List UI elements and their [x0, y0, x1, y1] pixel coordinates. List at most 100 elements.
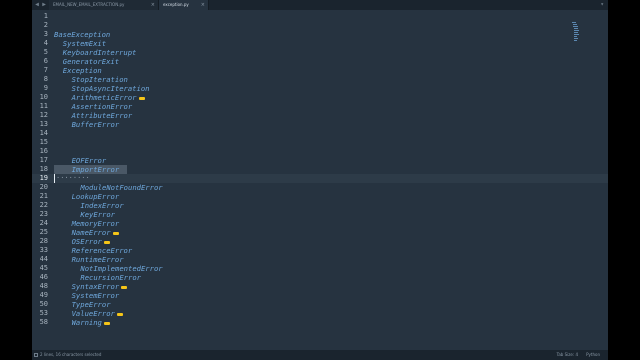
- line-number[interactable]: 10: [32, 93, 48, 102]
- line-number[interactable]: 1: [32, 12, 48, 21]
- code-line[interactable]: Warning: [72, 318, 110, 327]
- line-number[interactable]: 28: [32, 237, 48, 246]
- line-number[interactable]: 46: [32, 273, 48, 282]
- line-number[interactable]: 13: [32, 120, 48, 129]
- fold-marker-icon[interactable]: [103, 321, 110, 325]
- tab-bar: ◀ ▶ EMAIL_NEW_EMAIL_EXTRACTION.py × exce…: [32, 0, 608, 10]
- line-number[interactable]: 21: [32, 192, 48, 201]
- code-line[interactable]: Exception: [63, 66, 102, 75]
- tab-scroll-right-icon[interactable]: ▶: [40, 1, 48, 9]
- panel-toggle-icon[interactable]: [34, 353, 38, 357]
- code-line[interactable]: ValueError: [72, 309, 123, 318]
- line-number[interactable]: 22: [32, 201, 48, 210]
- line-number[interactable]: 11: [32, 102, 48, 111]
- line-number[interactable]: 14: [32, 129, 48, 138]
- line-number[interactable]: 4: [32, 39, 48, 48]
- line-number[interactable]: 5: [32, 48, 48, 57]
- exception-name: BaseException: [54, 30, 111, 39]
- code-line[interactable]: SystemError: [72, 291, 120, 300]
- line-number[interactable]: 48: [32, 282, 48, 291]
- code-line[interactable]: StopAsyncIteration: [72, 84, 150, 93]
- code-editor[interactable]: 1 2 3 4 5 6 7 8 9 10 11 12 13 14 15 16 17 18 19 20 21 22 23 24 2…: [32, 10, 608, 350]
- exception-name: KeyboardInterrupt: [62, 48, 137, 57]
- line-number[interactable]: 25: [32, 228, 48, 237]
- line-number[interactable]: 20: [32, 183, 48, 192]
- tab-size-indicator[interactable]: Tab Size: 4: [557, 350, 578, 360]
- tab-exception[interactable]: exception.py ×: [159, 0, 209, 10]
- line-number[interactable]: 7: [32, 66, 48, 75]
- code-line[interactable]: GeneratorExit: [63, 57, 119, 66]
- code-line[interactable]: IndexError: [80, 201, 123, 210]
- line-number[interactable]: 8: [32, 75, 48, 84]
- exception-name: ReferenceError: [71, 246, 133, 255]
- code-line[interactable]: AttributeError: [72, 111, 133, 120]
- editor-window: ◀ ▶ EMAIL_NEW_EMAIL_EXTRACTION.py × exce…: [32, 0, 608, 360]
- code-line[interactable]: AssertionError: [72, 102, 133, 111]
- exception-name: SystemError: [71, 291, 120, 300]
- code-line[interactable]: LookupError: [72, 192, 120, 201]
- fold-marker-icon[interactable]: [116, 312, 123, 316]
- minimap[interactable]: [572, 22, 584, 44]
- code-line[interactable]: SyntaxError: [72, 282, 128, 291]
- code-line[interactable]: ArithmeticError: [72, 93, 145, 102]
- line-number[interactable]: 49: [32, 291, 48, 300]
- line-number[interactable]: 44: [32, 255, 48, 264]
- code-line[interactable]: RecursionError: [80, 273, 141, 282]
- line-number[interactable]: 16: [32, 147, 48, 156]
- line-number[interactable]: 19: [32, 174, 48, 183]
- code-line[interactable]: NameError: [72, 228, 119, 237]
- fold-marker-icon[interactable]: [103, 240, 110, 244]
- code-line[interactable]: ImportError: [72, 165, 120, 174]
- line-number[interactable]: 9: [32, 84, 48, 93]
- exception-name: TypeError: [71, 300, 111, 309]
- code-line[interactable]: TypeError: [72, 300, 111, 309]
- line-number[interactable]: 23: [32, 210, 48, 219]
- line-number[interactable]: 15: [32, 138, 48, 147]
- line-number[interactable]: 50: [32, 300, 48, 309]
- exception-name: EOFError: [71, 156, 107, 165]
- whitespace-dots: ········: [56, 174, 90, 182]
- line-number[interactable]: 2: [32, 21, 48, 30]
- code-line[interactable]: NotImplementedError: [80, 264, 162, 273]
- line-number[interactable]: 3: [32, 30, 48, 39]
- line-number[interactable]: 17: [32, 156, 48, 165]
- code-line[interactable]: KeyError: [80, 210, 115, 219]
- code-line[interactable]: OSError: [72, 237, 110, 246]
- line-number[interactable]: 45: [32, 264, 48, 273]
- code-line[interactable]: EOFError: [72, 156, 107, 165]
- code-line[interactable]: MemoryError: [72, 219, 120, 228]
- code-line[interactable]: RuntimeError: [72, 255, 124, 264]
- syntax-indicator[interactable]: Python: [586, 350, 600, 360]
- exception-name: IndexError: [80, 201, 124, 210]
- code-line[interactable]: StopIteration: [72, 75, 128, 84]
- fold-marker-icon[interactable]: [121, 285, 128, 289]
- code-line[interactable]: BufferError: [72, 120, 120, 129]
- code-line[interactable]: SystemExit: [63, 39, 106, 48]
- exception-name: Warning: [71, 318, 102, 327]
- code-line[interactable]: ReferenceError: [72, 246, 133, 255]
- selection-status: 2 lines, 16 characters selected: [40, 352, 102, 357]
- close-icon[interactable]: ×: [201, 0, 205, 10]
- line-number[interactable]: 6: [32, 57, 48, 66]
- exception-name: AssertionError: [71, 102, 133, 111]
- exception-name: SystemExit: [62, 39, 107, 48]
- exception-name: ModuleNotFoundError: [80, 183, 163, 192]
- line-number[interactable]: 24: [32, 219, 48, 228]
- tab-overflow-icon[interactable]: ▾: [600, 0, 604, 10]
- close-icon[interactable]: ×: [151, 0, 155, 10]
- code-line[interactable]: BaseException: [54, 30, 110, 39]
- exception-name: KeyError: [80, 210, 116, 219]
- exception-name: GeneratorExit: [62, 57, 120, 66]
- line-number[interactable]: 18: [32, 165, 48, 174]
- exception-name: Exception: [62, 66, 102, 75]
- tab-email-new-email-extraction[interactable]: EMAIL_NEW_EMAIL_EXTRACTION.py ×: [49, 0, 159, 10]
- text-caret: [54, 174, 55, 183]
- fold-marker-icon[interactable]: [112, 231, 119, 235]
- code-line[interactable]: ModuleNotFoundError: [80, 183, 162, 192]
- fold-marker-icon[interactable]: [138, 96, 145, 100]
- line-number[interactable]: 33: [32, 246, 48, 255]
- line-number[interactable]: 12: [32, 111, 48, 120]
- line-number[interactable]: 53: [32, 309, 48, 318]
- line-number[interactable]: 58: [32, 318, 48, 327]
- code-line[interactable]: KeyboardInterrupt: [63, 48, 137, 57]
